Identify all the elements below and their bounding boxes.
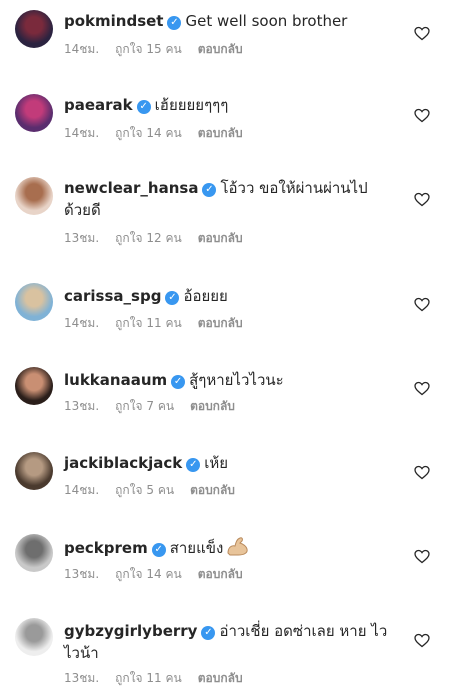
reply-button[interactable]: ตอบกลับ: [190, 483, 235, 497]
comment-list: pokmindset ✓ Get well soon brother 14ชม. ถูก…: [0, 0, 456, 696]
username-link[interactable]: carissa_spg: [64, 287, 161, 305]
comment-body: jackiblackjack ✓ เห้ย: [64, 452, 394, 474]
comment-line: paearak ✓ เฮ้ยยยยๆๆๆ: [64, 94, 394, 116]
reply-button[interactable]: ตอบกลับ: [198, 231, 243, 245]
avatar[interactable]: [15, 10, 53, 48]
verified-badge-icon: ✓: [151, 543, 166, 557]
comment-body: pokmindset ✓ Get well soon brother: [64, 10, 394, 32]
username-link[interactable]: gybzygirlyberry: [64, 622, 197, 640]
comment-time: 14ชม.: [64, 42, 100, 56]
username-link[interactable]: lukkanaaum: [64, 371, 167, 389]
verified-badge-icon: ✓: [201, 626, 216, 640]
comment-line: lukkanaaum ✓ สู้ๆหายไวไวนะ: [64, 369, 394, 391]
like-count[interactable]: ถูกใจ 7 คน: [115, 399, 174, 413]
comment-meta: 13ชม. ถูกใจ 14 คน ตอบกลับ: [64, 565, 259, 584]
comment-text: เฮ้ยยยยๆๆๆ: [154, 96, 229, 114]
comment-line: newclear_hansa ✓ โอ้วว ขอให้ผ่านผ่านไป ด้ว…: [64, 177, 394, 221]
comment-body: gybzygirlyberry ✓ อ่าวเชี่ย อดซ่าเลย หาย ไ…: [64, 620, 394, 664]
username-link[interactable]: paearak: [64, 96, 133, 114]
comment-text: อ้อยยย: [183, 287, 228, 305]
reply-button[interactable]: ตอบกลับ: [198, 42, 243, 56]
like-count[interactable]: ถูกใจ 15 คน: [115, 42, 182, 56]
comment-meta: 13ชม. ถูกใจ 11 คน ตอบกลับ: [64, 669, 259, 688]
avatar[interactable]: [15, 177, 53, 215]
comment-text: สายแข็ง: [169, 539, 224, 557]
comment-body: carissa_spg ✓ อ้อยยย: [64, 285, 394, 307]
like-count[interactable]: ถูกใจ 14 คน: [115, 567, 182, 581]
like-count[interactable]: ถูกใจ 11 คน: [115, 316, 182, 330]
verified-badge-icon: ✓: [186, 458, 201, 472]
heart-outline-icon[interactable]: [414, 26, 430, 41]
avatar[interactable]: [15, 618, 53, 656]
comment-time: 13ชม.: [64, 399, 100, 413]
comment-line: carissa_spg ✓ อ้อยยย: [64, 285, 394, 307]
verified-badge-icon: ✓: [202, 183, 217, 197]
comment-meta: 13ชม. ถูกใจ 12 คน ตอบกลับ: [64, 229, 259, 248]
comment-line: peckprem ✓ สายแข็ง: [64, 536, 394, 559]
comment-meta: 13ชม. ถูกใจ 7 คน ตอบกลับ: [64, 397, 251, 416]
heart-outline-icon[interactable]: [414, 633, 430, 648]
comment-body: peckprem ✓ สายแข็ง: [64, 536, 394, 559]
comment-body: paearak ✓ เฮ้ยยยยๆๆๆ: [64, 94, 394, 116]
comment-time: 13ชม.: [64, 567, 100, 581]
heart-outline-icon[interactable]: [414, 297, 430, 312]
flexed-biceps-icon: [227, 537, 248, 556]
username-link[interactable]: jackiblackjack: [64, 454, 182, 472]
comment-body: lukkanaaum ✓ สู้ๆหายไวไวนะ: [64, 369, 394, 391]
username-link[interactable]: peckprem: [64, 539, 148, 557]
comment-line: gybzygirlyberry ✓ อ่าวเชี่ย อดซ่าเลย หาย ไ…: [64, 620, 394, 664]
avatar[interactable]: [15, 94, 53, 132]
heart-outline-icon[interactable]: [414, 465, 430, 480]
avatar[interactable]: [15, 283, 53, 321]
comment-line: pokmindset ✓ Get well soon brother: [64, 10, 394, 32]
comment-meta: 14ชม. ถูกใจ 11 คน ตอบกลับ: [64, 314, 259, 333]
comment-text: Get well soon brother: [185, 12, 348, 30]
verified-badge-icon: ✓: [171, 375, 186, 389]
comment-time: 14ชม.: [64, 483, 100, 497]
avatar[interactable]: [15, 534, 53, 572]
heart-outline-icon[interactable]: [414, 108, 430, 123]
comment-meta: 14ชม. ถูกใจ 14 คน ตอบกลับ: [64, 124, 259, 143]
comment-text: เห้ย: [204, 454, 229, 472]
reply-button[interactable]: ตอบกลับ: [198, 567, 243, 581]
like-count[interactable]: ถูกใจ 14 คน: [115, 126, 182, 140]
comment-line: jackiblackjack ✓ เห้ย: [64, 452, 394, 474]
comment-meta: 14ชม. ถูกใจ 5 คน ตอบกลับ: [64, 481, 251, 500]
like-count[interactable]: ถูกใจ 5 คน: [115, 483, 174, 497]
username-link[interactable]: pokmindset: [64, 12, 163, 30]
reply-button[interactable]: ตอบกลับ: [198, 316, 243, 330]
verified-badge-icon: ✓: [136, 100, 151, 114]
comment-time: 14ชม.: [64, 126, 100, 140]
heart-outline-icon[interactable]: [414, 192, 430, 207]
comment-body: newclear_hansa ✓ โอ้วว ขอให้ผ่านผ่านไป ด้ว…: [64, 177, 394, 221]
comment-time: 13ชม.: [64, 231, 100, 245]
comment-time: 14ชม.: [64, 316, 100, 330]
username-link[interactable]: newclear_hansa: [64, 179, 198, 197]
verified-badge-icon: ✓: [167, 16, 182, 30]
comment-meta: 14ชม. ถูกใจ 15 คน ตอบกลับ: [64, 40, 259, 59]
reply-button[interactable]: ตอบกลับ: [198, 126, 243, 140]
heart-outline-icon[interactable]: [414, 381, 430, 396]
like-count[interactable]: ถูกใจ 11 คน: [115, 671, 182, 685]
comment-time: 13ชม.: [64, 671, 100, 685]
avatar[interactable]: [15, 367, 53, 405]
avatar[interactable]: [15, 452, 53, 490]
verified-badge-icon: ✓: [165, 291, 180, 305]
comment-text: สู้ๆหายไวไวนะ: [189, 371, 284, 389]
heart-outline-icon[interactable]: [414, 549, 430, 564]
reply-button[interactable]: ตอบกลับ: [190, 399, 235, 413]
like-count[interactable]: ถูกใจ 12 คน: [115, 231, 182, 245]
reply-button[interactable]: ตอบกลับ: [198, 671, 243, 685]
